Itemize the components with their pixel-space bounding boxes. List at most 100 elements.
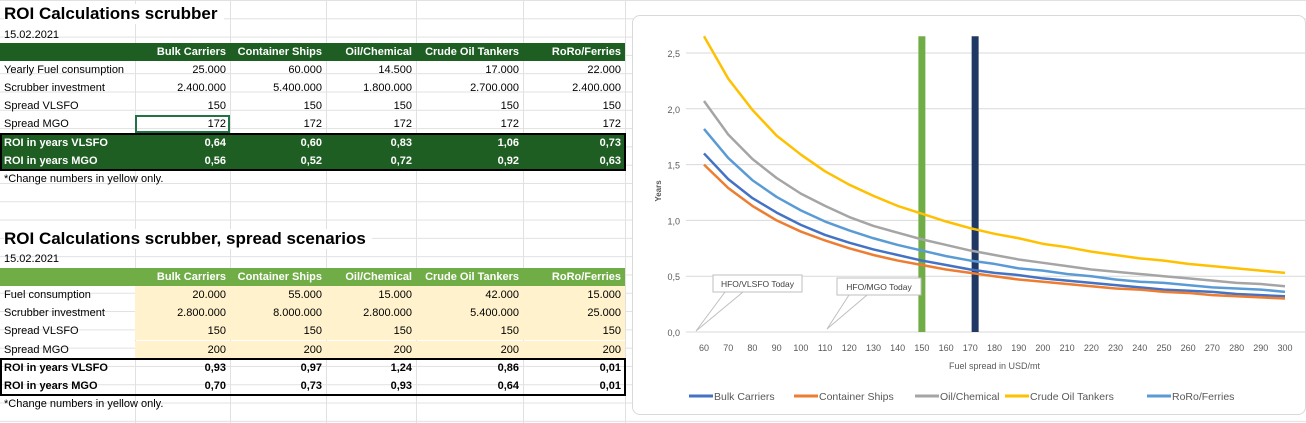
x-tick-label: 100: [793, 343, 808, 353]
table-cell[interactable]: 2.700.000: [416, 79, 523, 97]
table-cell[interactable]: 55.000: [230, 286, 326, 304]
table-cell[interactable]: 14.500: [326, 61, 416, 79]
table-cell[interactable]: 150: [523, 322, 625, 340]
table-cell[interactable]: 2.400.000: [135, 79, 230, 97]
table-cell[interactable]: 0,70: [135, 377, 230, 395]
table-cell[interactable]: 150: [230, 322, 326, 340]
table-cell[interactable]: 0,63: [523, 152, 625, 170]
table-cell[interactable]: 200: [523, 341, 625, 359]
table-cell[interactable]: 1.800.000: [326, 79, 416, 97]
table-cell[interactable]: 150: [230, 97, 326, 115]
table-row: Spread VLSFO 150 150 150 150 150: [0, 97, 625, 115]
table-cell[interactable]: 0,83: [326, 134, 416, 152]
table-cell[interactable]: 2.800.000: [326, 304, 416, 322]
table-cell[interactable]: 0,86: [416, 359, 523, 377]
y-tick-label: 1,5: [667, 161, 680, 171]
table-cell[interactable]: 0,93: [135, 359, 230, 377]
table-cell[interactable]: 150: [135, 97, 230, 115]
table-cell[interactable]: 0,73: [230, 377, 326, 395]
table-cell[interactable]: 0,01: [523, 359, 625, 377]
roi-chart[interactable]: 0,0 0,5 1,0 1,5 2,0 2,5 60 70 80 90 100 110 120 130 14…: [632, 15, 1306, 415]
table-cell[interactable]: 15.000: [523, 286, 625, 304]
series-line-roro-ferries: [703, 128, 1286, 294]
table-cell[interactable]: 0,60: [230, 134, 326, 152]
table-cell[interactable]: 200: [135, 341, 230, 359]
table-cell[interactable]: ROI in years MGO: [0, 377, 135, 395]
table-cell[interactable]: 0,93: [326, 377, 416, 395]
y-tick-label: 0,5: [667, 272, 680, 282]
table-cell[interactable]: Scrubber investment: [0, 304, 135, 322]
table-cell[interactable]: 0,97: [230, 359, 326, 377]
table-cell[interactable]: 172: [523, 115, 625, 133]
table-cell[interactable]: 150: [416, 97, 523, 115]
table-cell[interactable]: 8.000.000: [230, 304, 326, 322]
table-cell[interactable]: Spread MGO: [0, 115, 135, 133]
table-cell[interactable]: ROI in years VLSFO: [0, 134, 135, 152]
table-cell[interactable]: 200: [326, 341, 416, 359]
table-cell[interactable]: 20.000: [135, 286, 230, 304]
table-cell[interactable]: 2.400.000: [523, 79, 625, 97]
table-cell[interactable]: 0,52: [230, 152, 326, 170]
table-cell[interactable]: 1,24: [326, 359, 416, 377]
table-cell[interactable]: 150: [523, 97, 625, 115]
x-tick-label: 220: [1084, 343, 1099, 353]
table-cell[interactable]: 0,64: [416, 377, 523, 395]
table-cell[interactable]: 60.000: [230, 61, 326, 79]
table-cell[interactable]: Fuel consumption: [0, 286, 135, 304]
table-row: ROI in years VLSFO 0,93 0,97 1,24 0,86 0,01: [0, 359, 625, 377]
table-cell[interactable]: Spread VLSFO: [0, 97, 135, 115]
table-cell[interactable]: 42.000: [416, 286, 523, 304]
table-cell[interactable]: 0,01: [523, 377, 625, 395]
x-tick-label: 170: [963, 343, 978, 353]
table-cell[interactable]: 5.400.000: [230, 79, 326, 97]
callout-label: HFO/MGO Today: [846, 282, 912, 292]
table-row: ROI in years MGO 0,70 0,73 0,93 0,64 0,01: [0, 377, 625, 395]
table-cell[interactable]: 200: [230, 341, 326, 359]
x-tick-label: 80: [747, 343, 757, 353]
table-cell[interactable]: Scrubber investment: [0, 79, 135, 97]
table-cell[interactable]: 17.000: [416, 61, 523, 79]
table-cell[interactable]: 172: [230, 115, 326, 133]
table-cell[interactable]: 22.000: [523, 61, 625, 79]
table-title: ROI Calculations scrubber: [4, 4, 224, 24]
table-cell[interactable]: 172: [135, 115, 230, 133]
table-cell[interactable]: 0,72: [326, 152, 416, 170]
table-cell[interactable]: 15.000: [326, 286, 416, 304]
table-cell[interactable]: ROI in years VLSFO: [0, 359, 135, 377]
table-cell[interactable]: 172: [326, 115, 416, 133]
x-tick-label: 70: [723, 343, 733, 353]
table-row: Scrubber investment 2.400.000 5.400.000 1.8…: [0, 79, 625, 97]
table-cell[interactable]: Spread VLSFO: [0, 322, 135, 340]
spread-marker-bar: [971, 36, 979, 332]
table-cell[interactable]: 0,56: [135, 152, 230, 170]
column-header: Oil/Chemical: [345, 46, 412, 58]
table-cell[interactable]: 150: [326, 97, 416, 115]
note: *Change numbers in yellow only.: [4, 398, 164, 410]
table-cell[interactable]: 150: [135, 322, 230, 340]
table-cell[interactable]: 172: [416, 115, 523, 133]
column-header: Crude Oil Tankers: [425, 271, 519, 283]
table-cell[interactable]: 1,06: [416, 134, 523, 152]
x-tick-label: 290: [1253, 343, 1268, 353]
column-header: Oil/Chemical: [345, 271, 412, 283]
table-cell[interactable]: 150: [416, 322, 523, 340]
y-tick-label: 0,0: [667, 328, 680, 338]
x-tick-label: 120: [842, 343, 857, 353]
table-cell[interactable]: 0,92: [416, 152, 523, 170]
table-cell[interactable]: 0,64: [135, 134, 230, 152]
table-cell[interactable]: 150: [326, 322, 416, 340]
x-tick-label: 240: [1132, 343, 1147, 353]
callout-label: HFO/VLSFO Today: [721, 279, 795, 289]
table-cell[interactable]: ROI in years MGO: [0, 152, 135, 170]
table-cell[interactable]: 5.400.000: [416, 304, 523, 322]
table-cell[interactable]: 0,73: [523, 134, 625, 152]
column-header: RoRo/Ferries: [551, 46, 621, 58]
column-header: [0, 43, 135, 61]
table-cell[interactable]: Spread MGO: [0, 341, 135, 359]
legend-entry: Crude Oil Tankers: [1030, 391, 1114, 403]
table-cell[interactable]: 25.000: [135, 61, 230, 79]
table-cell[interactable]: 25.000: [523, 304, 625, 322]
table-cell[interactable]: Yearly Fuel consumption: [0, 61, 135, 79]
table-cell[interactable]: 2.800.000: [135, 304, 230, 322]
table-cell[interactable]: 200: [416, 341, 523, 359]
